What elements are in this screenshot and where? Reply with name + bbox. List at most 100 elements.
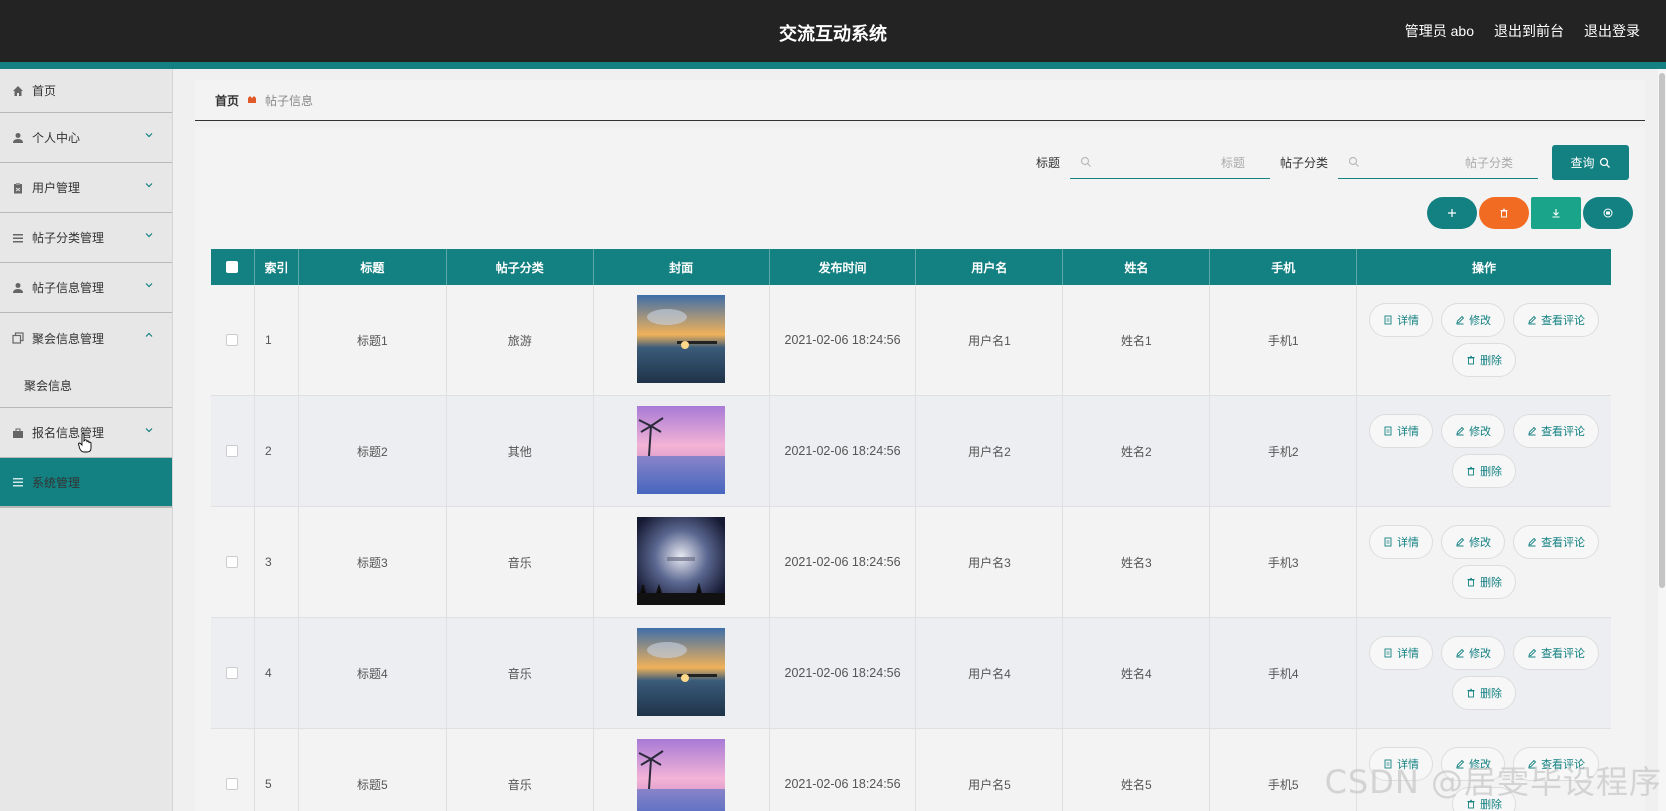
edit-button-label: 修改 (1469, 315, 1492, 327)
sidebar-item-post-category[interactable]: 帖子分类管理 (0, 213, 172, 263)
cell-cover (594, 285, 770, 395)
row-checkbox[interactable] (226, 667, 239, 679)
chevron-up-icon (145, 332, 153, 337)
cell-name: 姓名5 (1063, 729, 1211, 811)
sidebar-item-profile[interactable]: 个人中心 (0, 113, 172, 163)
scrollbar-thumb[interactable] (1659, 73, 1665, 588)
sidebar-item-party-info[interactable]: 聚会信息管理 (0, 313, 172, 363)
sidebar-item-home[interactable]: 首页 (0, 69, 172, 113)
edit-button[interactable]: 修改 (1441, 414, 1506, 448)
edit-button[interactable]: 修改 (1441, 636, 1506, 670)
detail-button-label: 详情 (1397, 648, 1420, 660)
column-header: 发布时间 (770, 249, 917, 285)
query-button[interactable]: 查询 (1552, 145, 1629, 180)
edit-button-label: 修改 (1469, 426, 1492, 438)
cell-username: 用户名2 (916, 396, 1064, 506)
copy-icon (10, 330, 26, 346)
cover-image[interactable] (637, 516, 726, 608)
toolbar-actions (1427, 197, 1633, 229)
sidebar-item-label: 用户管理 (32, 181, 81, 195)
breadcrumb: 首页 帖子信息 (195, 80, 1645, 121)
cover-image[interactable] (637, 405, 726, 497)
delete-button-label: 删除 (1480, 688, 1503, 700)
sidebar-item-label: 聚会信息管理 (32, 331, 105, 346)
column-header: 用户名 (916, 249, 1064, 285)
table-row: 2 标题2 其他 2021-02-06 18:24:56 用户名2 姓名2 手机2 详情 修改 查… (211, 396, 1611, 507)
view-comments-button[interactable]: 查看评论 (1513, 303, 1600, 337)
trash-icon (1467, 466, 1475, 476)
trash-icon (1467, 577, 1475, 587)
batch-delete-button[interactable] (1479, 197, 1529, 229)
category-search-input[interactable] (1368, 152, 1513, 174)
print-icon (1603, 208, 1613, 218)
view-comments-button[interactable]: 查看评论 (1513, 525, 1600, 559)
title-search-input[interactable] (1099, 152, 1245, 174)
edit-icon (1528, 648, 1537, 658)
print-button[interactable] (1583, 197, 1633, 229)
document-icon (1384, 648, 1392, 658)
document-icon (1384, 426, 1392, 436)
add-button[interactable] (1427, 197, 1477, 229)
breadcrumb-home[interactable]: 首页 (215, 92, 239, 109)
cell-title: 标题4 (299, 618, 447, 728)
row-checkbox[interactable] (226, 556, 239, 568)
row-checkbox[interactable] (226, 778, 239, 790)
delete-button[interactable]: 删除 (1452, 343, 1517, 377)
edit-icon (1456, 537, 1465, 547)
edit-button-label: 修改 (1469, 648, 1492, 660)
query-button-label: 查询 (1570, 156, 1595, 170)
sidebar-item-system[interactable]: 系统管理 (0, 458, 172, 508)
detail-button[interactable]: 详情 (1369, 636, 1434, 670)
sidebar-item-users[interactable]: 用户管理 (0, 163, 172, 213)
cell-phone: 手机3 (1210, 507, 1358, 617)
breadcrumb-current: 帖子信息 (265, 93, 314, 108)
view-comments-button[interactable]: 查看评论 (1513, 414, 1600, 448)
view-comments-button[interactable]: 查看评论 (1513, 636, 1600, 670)
row-checkbox[interactable] (226, 334, 239, 346)
sidebar-item-post-info[interactable]: 帖子信息管理 (0, 263, 172, 313)
row-checkbox[interactable] (226, 445, 239, 457)
trash-icon (1500, 208, 1508, 218)
delete-button[interactable]: 删除 (1452, 565, 1517, 599)
document-icon (1384, 315, 1392, 325)
sidebar-item-label: 首页 (32, 84, 57, 98)
select-all-checkbox[interactable] (226, 261, 239, 273)
chevron-down-icon (145, 183, 153, 188)
cell-phone: 手机2 (1210, 396, 1358, 506)
table-row: 3 标题3 音乐 2021-02-06 18:24:56 用户名3 姓名3 手机3 详情 修改 查… (211, 507, 1611, 618)
sidebar-subitem-party-info[interactable]: 聚会信息 (0, 363, 172, 408)
cell-cover (594, 396, 770, 506)
search-icon (1348, 156, 1359, 167)
edit-button[interactable]: 修改 (1441, 525, 1506, 559)
cover-image[interactable] (637, 294, 726, 386)
edit-button[interactable]: 修改 (1441, 303, 1506, 337)
hand-cursor-icon (78, 433, 92, 453)
cell-category: 旅游 (447, 285, 594, 395)
detail-button[interactable]: 详情 (1369, 303, 1434, 337)
sidebar-item-label: 报名信息管理 (32, 426, 105, 440)
detail-button[interactable]: 详情 (1369, 525, 1434, 559)
column-header: 标题 (299, 249, 447, 285)
logout-link[interactable]: 退出登录 (1584, 21, 1640, 41)
chevron-down-icon (145, 233, 153, 238)
download-button[interactable] (1531, 197, 1581, 229)
view-comments-button-label: 查看评论 (1541, 315, 1586, 327)
table-row: 1 标题1 旅游 2021-02-06 18:24:56 用户名1 姓名1 手机1 详情 修改 查… (211, 285, 1611, 396)
watermark: CSDN @居雯毕设程序 (1324, 763, 1662, 801)
row-select-cell (211, 729, 255, 811)
cell-title: 标题1 (299, 285, 447, 395)
detail-button-label: 详情 (1397, 426, 1420, 438)
cover-image[interactable] (637, 627, 726, 719)
cell-name: 姓名2 (1063, 396, 1211, 506)
cell-category: 音乐 (447, 729, 594, 811)
sidebar-item-label: 帖子信息管理 (32, 281, 105, 295)
cover-image[interactable] (637, 738, 726, 811)
column-header: 操作 (1472, 260, 1497, 275)
delete-button[interactable]: 删除 (1452, 676, 1517, 710)
cell-username: 用户名4 (916, 618, 1064, 728)
exit-to-front-link[interactable]: 退出到前台 (1494, 21, 1564, 41)
page-scrollbar[interactable] (1658, 69, 1666, 811)
delete-button[interactable]: 删除 (1452, 454, 1517, 488)
download-icon (1552, 209, 1560, 218)
detail-button[interactable]: 详情 (1369, 414, 1434, 448)
